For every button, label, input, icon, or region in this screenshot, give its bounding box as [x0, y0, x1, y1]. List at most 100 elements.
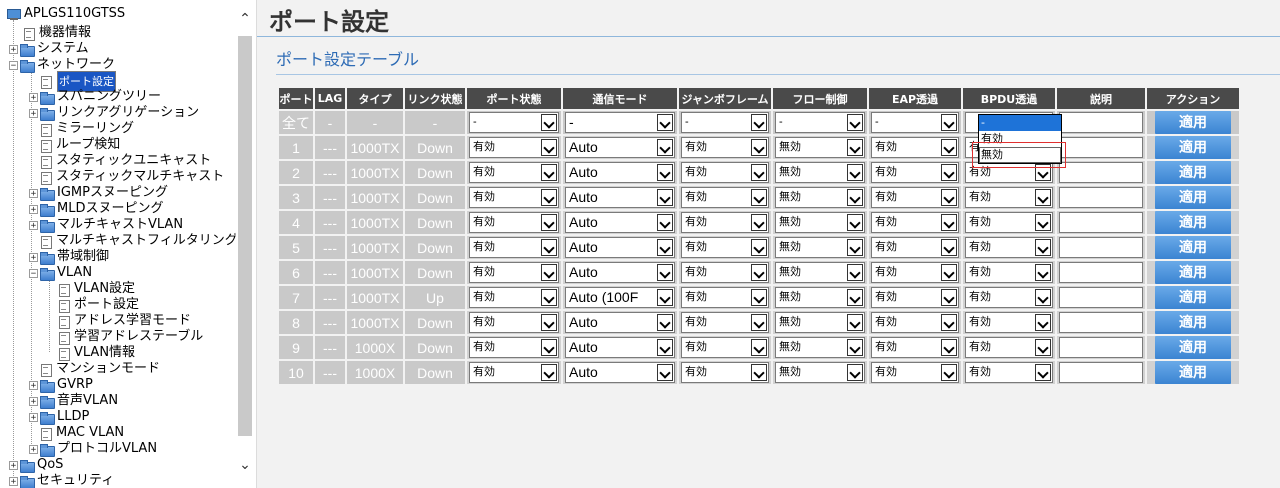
eap-passthrough-select[interactable]: 有効 [871, 162, 959, 183]
jumbo-frame-select[interactable]: 有効 [681, 162, 769, 183]
tree-item-16[interactable]: VLAN設定 [46, 281, 136, 297]
eap-passthrough-select[interactable]: 有効 [871, 262, 959, 283]
port-state-select[interactable]: 有効 [469, 287, 559, 308]
eap-passthrough-select[interactable]: 有効 [871, 137, 959, 158]
dropdown-option[interactable]: 有効 [979, 131, 1061, 147]
chevron-down-icon[interactable] [751, 264, 767, 281]
chevron-down-icon[interactable] [657, 364, 673, 381]
expand-icon[interactable]: + [29, 204, 38, 214]
dropdown-option[interactable]: 無効 [979, 147, 1061, 163]
flow-control-select[interactable]: 無効 [775, 337, 865, 358]
comm-mode-select[interactable]: Auto [565, 312, 675, 333]
chevron-down-icon[interactable] [941, 289, 957, 306]
tree-item-21[interactable]: マンションモード [28, 361, 161, 377]
comm-mode-select[interactable]: Auto [565, 212, 675, 233]
flow-control-select[interactable]: 無効 [775, 262, 865, 283]
chevron-down-icon[interactable] [847, 289, 863, 306]
tree-item-18[interactable]: アドレス学習モード [46, 313, 192, 329]
description-input[interactable] [1059, 337, 1143, 358]
collapse-icon[interactable]: − [9, 60, 18, 70]
flow-control-select[interactable]: - [775, 112, 865, 133]
expand-icon[interactable]: + [9, 476, 18, 486]
chevron-down-icon[interactable] [657, 339, 673, 356]
chevron-down-icon[interactable] [941, 189, 957, 206]
expand-icon[interactable]: + [29, 412, 38, 422]
tree-item-0[interactable]: 機器情報 [11, 25, 92, 41]
bpdu-passthrough-select[interactable]: 有効 [965, 362, 1053, 383]
port-state-select[interactable]: 有効 [469, 162, 559, 183]
jumbo-frame-select[interactable]: 有効 [681, 287, 769, 308]
chevron-down-icon[interactable] [1035, 214, 1051, 231]
description-input[interactable] [1059, 237, 1143, 258]
expand-icon[interactable]: + [29, 252, 38, 262]
chevron-down-icon[interactable] [657, 314, 673, 331]
comm-mode-select[interactable]: Auto [565, 187, 675, 208]
apply-button[interactable]: 適用 [1155, 286, 1231, 309]
chevron-down-icon[interactable] [1035, 364, 1051, 381]
tree-item-11[interactable]: + MLDスヌーピング [29, 201, 164, 217]
tree-item-15[interactable]: − VLAN [29, 265, 93, 281]
chevron-down-icon[interactable] [751, 289, 767, 306]
expand-icon[interactable]: + [29, 220, 38, 230]
chevron-down-icon[interactable] [941, 214, 957, 231]
eap-passthrough-select[interactable]: 有効 [871, 212, 959, 233]
chevron-down-icon[interactable] [941, 264, 957, 281]
bpdu-passthrough-select[interactable]: 有効 [965, 162, 1053, 183]
bpdu-passthrough-select[interactable]: 有効 [965, 337, 1053, 358]
chevron-down-icon[interactable] [847, 139, 863, 156]
flow-control-select[interactable]: 無効 [775, 212, 865, 233]
comm-mode-select[interactable]: Auto [565, 337, 675, 358]
tree-item-14[interactable]: + 帯域制御 [29, 249, 110, 265]
chevron-down-icon[interactable] [541, 339, 557, 356]
apply-button[interactable]: 適用 [1155, 161, 1231, 184]
tree-item-17[interactable]: ポート設定 [46, 297, 140, 313]
tree-item-25[interactable]: MAC VLAN [28, 425, 125, 441]
chevron-down-icon[interactable] [847, 164, 863, 181]
chevron-down-icon[interactable] [1035, 164, 1051, 181]
apply-button[interactable]: 適用 [1155, 136, 1231, 159]
eap-passthrough-select[interactable]: 有効 [871, 337, 959, 358]
flow-control-select[interactable]: 無効 [775, 312, 865, 333]
tree-root[interactable]: APLGS110GTSS [6, 6, 126, 22]
chevron-down-icon[interactable] [751, 139, 767, 156]
chevron-down-icon[interactable] [541, 239, 557, 256]
chevron-down-icon[interactable] [941, 314, 957, 331]
tree-item-10[interactable]: + IGMPスヌーピング [29, 185, 169, 201]
jumbo-frame-select[interactable]: 有効 [681, 262, 769, 283]
comm-mode-select[interactable]: Auto [565, 162, 675, 183]
chevron-down-icon[interactable] [941, 164, 957, 181]
chevron-down-icon[interactable] [541, 289, 557, 306]
tree-item-22[interactable]: + GVRP [29, 377, 94, 393]
comm-mode-select[interactable]: Auto [565, 362, 675, 383]
chevron-down-icon[interactable] [1035, 239, 1051, 256]
port-state-select[interactable]: 有効 [469, 237, 559, 258]
jumbo-frame-select[interactable]: 有効 [681, 137, 769, 158]
eap-passthrough-select[interactable]: 有効 [871, 187, 959, 208]
dropdown-option[interactable]: - [979, 115, 1061, 131]
scroll-up-icon[interactable]: ⌃ [238, 12, 252, 26]
flow-control-select[interactable]: 無効 [775, 187, 865, 208]
chevron-down-icon[interactable] [847, 364, 863, 381]
scroll-down-icon[interactable]: ⌄ [238, 458, 252, 472]
expand-icon[interactable]: + [29, 108, 38, 118]
comm-mode-select[interactable]: Auto (100F [565, 287, 675, 308]
comm-mode-select[interactable]: - [565, 112, 675, 133]
chevron-down-icon[interactable] [657, 214, 673, 231]
port-state-select[interactable]: 有効 [469, 187, 559, 208]
jumbo-frame-select[interactable]: 有効 [681, 237, 769, 258]
chevron-down-icon[interactable] [941, 114, 957, 131]
scroll-thumb[interactable] [238, 36, 252, 436]
description-input[interactable] [1059, 262, 1143, 283]
tree-item-20[interactable]: VLAN情報 [46, 345, 136, 361]
chevron-down-icon[interactable] [1035, 314, 1051, 331]
bpdu-passthrough-select[interactable]: 有効 [965, 312, 1053, 333]
port-state-select[interactable]: 有効 [469, 362, 559, 383]
apply-button[interactable]: 適用 [1155, 186, 1231, 209]
flow-control-select[interactable]: 無効 [775, 162, 865, 183]
chevron-down-icon[interactable] [1035, 264, 1051, 281]
description-input[interactable] [1059, 312, 1143, 333]
chevron-down-icon[interactable] [847, 264, 863, 281]
description-input[interactable] [1059, 362, 1143, 383]
expand-icon[interactable]: + [29, 380, 38, 390]
chevron-down-icon[interactable] [847, 189, 863, 206]
